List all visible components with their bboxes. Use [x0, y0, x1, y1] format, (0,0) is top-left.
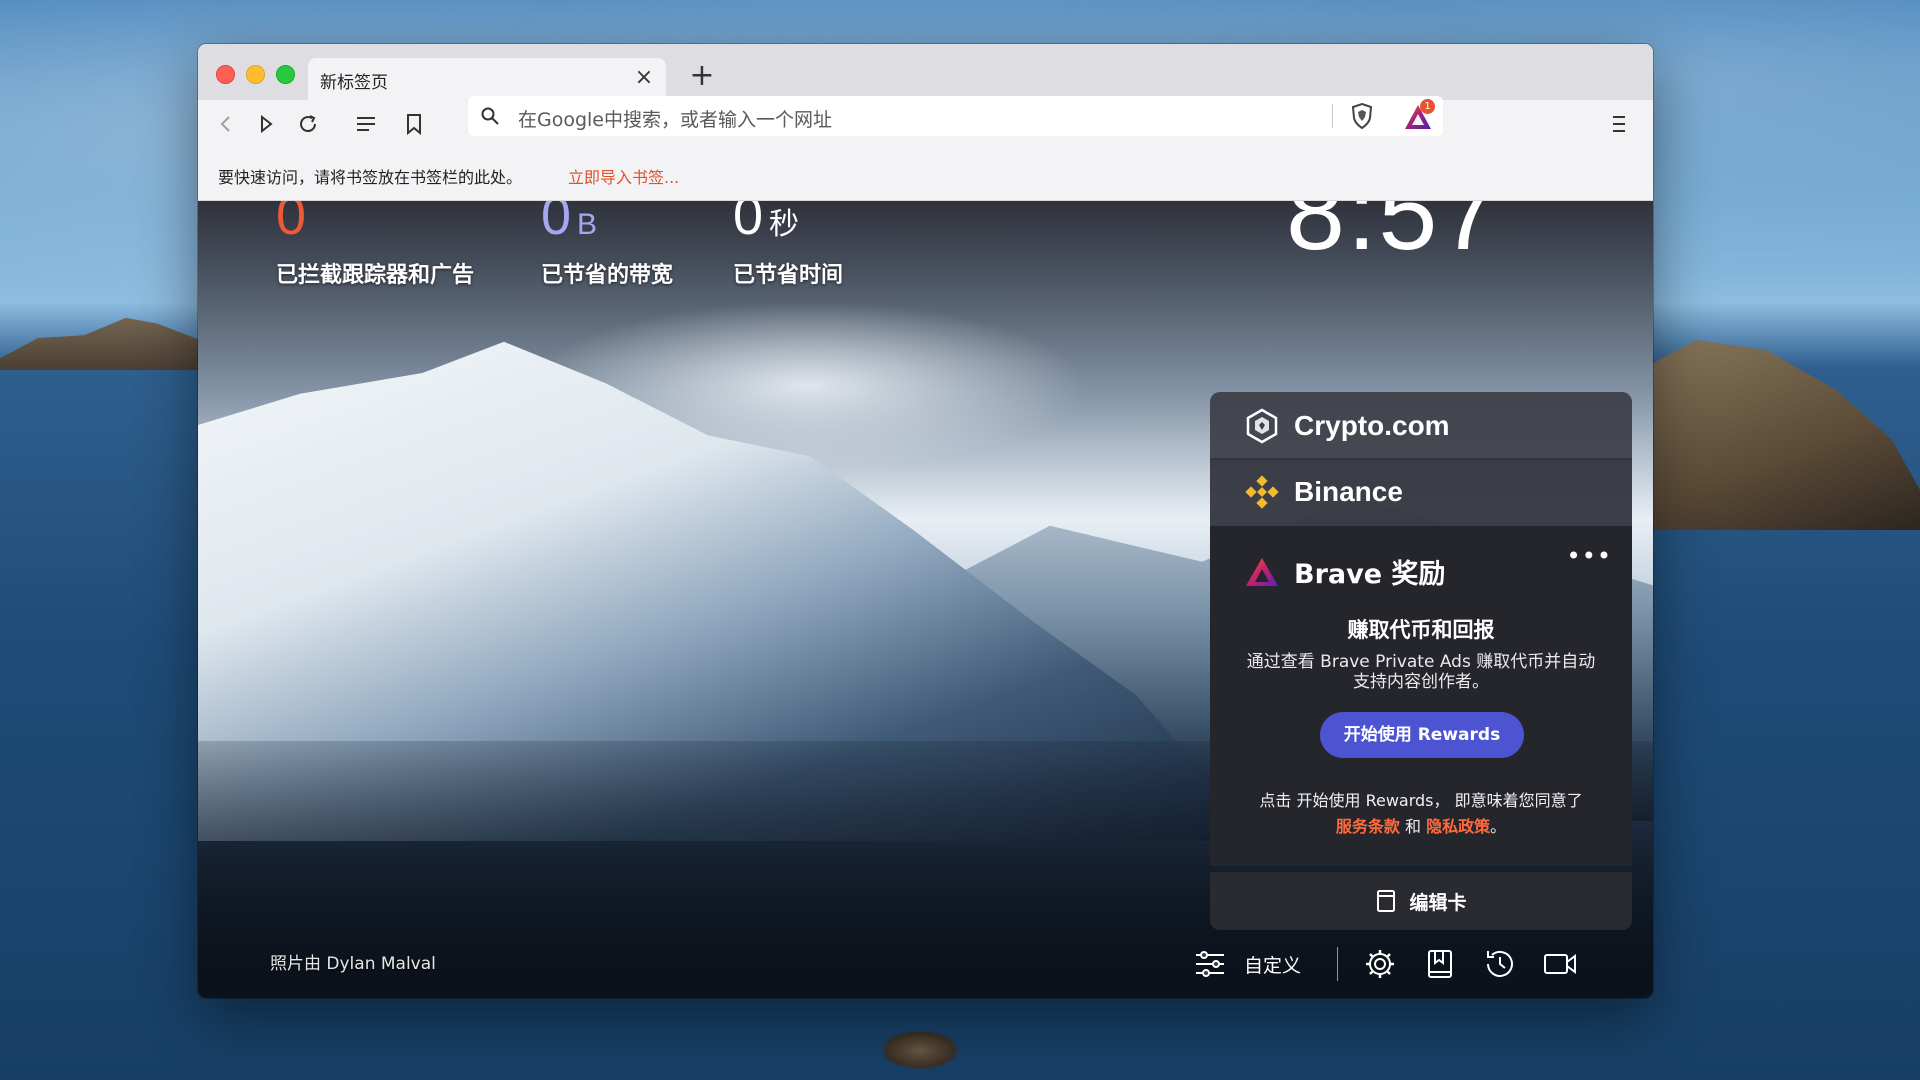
privacy-policy-link[interactable]: 隐私政策 — [1426, 817, 1490, 836]
more-options-icon[interactable]: ••• — [1567, 542, 1612, 570]
reader-mode-button[interactable] — [350, 108, 382, 140]
widget-cards: Crypto.com Binance Brave 奖励 ••• 赚取代币和回报 … — [1210, 392, 1632, 930]
brave-rewards-logo-icon — [1246, 557, 1278, 586]
trackers-count: 0 — [276, 201, 307, 246]
wallpaper-island-right — [1640, 340, 1920, 530]
brave-shield-icon[interactable] — [1348, 102, 1376, 130]
address-bar[interactable]: 在Google中搜索，或者输入一个网址 1 — [468, 96, 1443, 136]
bookmarks-icon — [1428, 950, 1453, 978]
rewards-heading: 赚取代币和回报 — [1347, 618, 1495, 642]
card-crypto-title: Crypto.com — [1294, 410, 1450, 441]
card-brave-rewards: Brave 奖励 ••• 赚取代币和回报 通过查看 Brave Private … — [1210, 526, 1632, 866]
rewards-header: Brave 奖励 — [1244, 552, 1445, 591]
rewards-title: Brave 奖励 — [1294, 559, 1446, 590]
bandwidth-label: 已节省的带宽 — [541, 263, 674, 288]
stat-bandwidth-saved: 0B 已节省的带宽 — [541, 201, 673, 289]
tab-new-tab[interactable]: 新标签页 × — [308, 58, 666, 100]
forward-icon — [261, 115, 273, 133]
terms-and: 和 — [1404, 817, 1421, 836]
gear-icon — [1366, 950, 1395, 978]
stat-trackers-blocked: 0 已拦截跟踪器和广告 — [276, 201, 474, 289]
bottom-bar-divider — [1337, 947, 1339, 981]
reader-list-icon — [357, 117, 375, 131]
bookmarks-hint: 要快速访问，请将书签放在书签栏的此处。 — [218, 168, 523, 187]
history-button[interactable] — [1482, 946, 1518, 982]
terms-of-service-link[interactable]: 服务条款 — [1336, 817, 1400, 836]
bookmarks-bar: 要快速访问，请将书签放在书签栏的此处。 立即导入书签... — [198, 148, 1653, 201]
main-menu-button[interactable] — [1603, 108, 1635, 140]
window-close-button[interactable] — [216, 65, 235, 84]
window-minimize-button[interactable] — [246, 65, 265, 84]
new-tab-page: 0 已拦截跟踪器和广告 0B 已节省的带宽 0秒 已节省时间 8:57 Cryp… — [198, 201, 1653, 998]
settings-button[interactable] — [1362, 946, 1398, 982]
back-icon — [220, 116, 230, 132]
reload-icon — [300, 115, 317, 133]
photo-credit[interactable]: 照片由 Dylan Malval — [270, 949, 436, 974]
card-binance[interactable]: Binance — [1210, 458, 1632, 526]
time-count: 0 — [733, 201, 764, 246]
card-crypto-com[interactable]: Crypto.com — [1210, 392, 1632, 460]
rewards-description: 通过查看 Brave Private Ads 赚取代币并自动支持内容创作者。 — [1246, 652, 1596, 692]
hamburger-menu-icon — [1613, 116, 1625, 132]
time-unit: 秒 — [769, 208, 800, 241]
time-label: 已节省时间 — [733, 263, 844, 288]
history-clock-icon — [1487, 950, 1513, 977]
window-maximize-button[interactable] — [276, 65, 295, 84]
edit-cards-label: 编辑卡 — [1409, 891, 1467, 914]
customize-button[interactable]: 自定义 — [1192, 946, 1301, 982]
tab-title: 新标签页 — [320, 73, 388, 93]
bookmark-button[interactable] — [398, 108, 430, 140]
bandwidth-unit: B — [577, 208, 598, 241]
sliders-icon — [1196, 951, 1224, 977]
terms-prefix: 点击 开始使用 Rewards， 即意味着您同意了 — [1259, 791, 1583, 810]
reload-button[interactable] — [292, 108, 324, 140]
bandwidth-count: 0 — [541, 201, 572, 246]
back-button[interactable] — [210, 108, 242, 140]
stat-time-saved: 0秒 已节省时间 — [733, 201, 843, 289]
import-bookmarks-link[interactable]: 立即导入书签... — [568, 164, 679, 188]
brave-talk-button[interactable] — [1542, 946, 1578, 982]
customize-label: 自定义 — [1244, 954, 1302, 977]
ntp-bottom-bar: 自定义 — [1192, 939, 1602, 989]
address-placeholder[interactable]: 在Google中搜索，或者输入一个网址 — [518, 105, 832, 132]
bookmark-icon — [407, 114, 421, 135]
tab-strip: 新标签页 × + — [198, 44, 1653, 100]
tab-close-icon[interactable]: × — [630, 64, 658, 92]
crypto-com-logo-icon — [1246, 408, 1278, 444]
clock: 8:57 — [1286, 201, 1501, 272]
address-divider — [1332, 104, 1333, 128]
binance-logo-icon — [1245, 475, 1279, 509]
rewards-badge: 1 — [1420, 99, 1435, 114]
start-rewards-button[interactable]: 开始使用 Rewards — [1320, 712, 1524, 758]
terms-suffix: 。 — [1490, 817, 1507, 836]
wallpaper-islet — [880, 1030, 960, 1070]
new-tab-button[interactable]: + — [684, 58, 720, 94]
video-camera-icon — [1544, 954, 1577, 974]
card-edit-icon — [1377, 890, 1396, 912]
forward-button[interactable] — [250, 108, 282, 140]
edit-cards-button[interactable]: 编辑卡 — [1210, 872, 1632, 930]
bookmarks-button[interactable] — [1422, 946, 1458, 982]
rewards-terms: 点击 开始使用 Rewards， 即意味着您同意了 服务条款 和 隐私政策。 — [1230, 788, 1612, 840]
search-icon — [481, 107, 499, 125]
card-binance-title: Binance — [1294, 476, 1403, 507]
trackers-label: 已拦截跟踪器和广告 — [276, 263, 475, 288]
browser-window: 新标签页 × + 在Google中搜索，或者输入一个网址 1 要快速访问，请将书… — [198, 44, 1653, 998]
